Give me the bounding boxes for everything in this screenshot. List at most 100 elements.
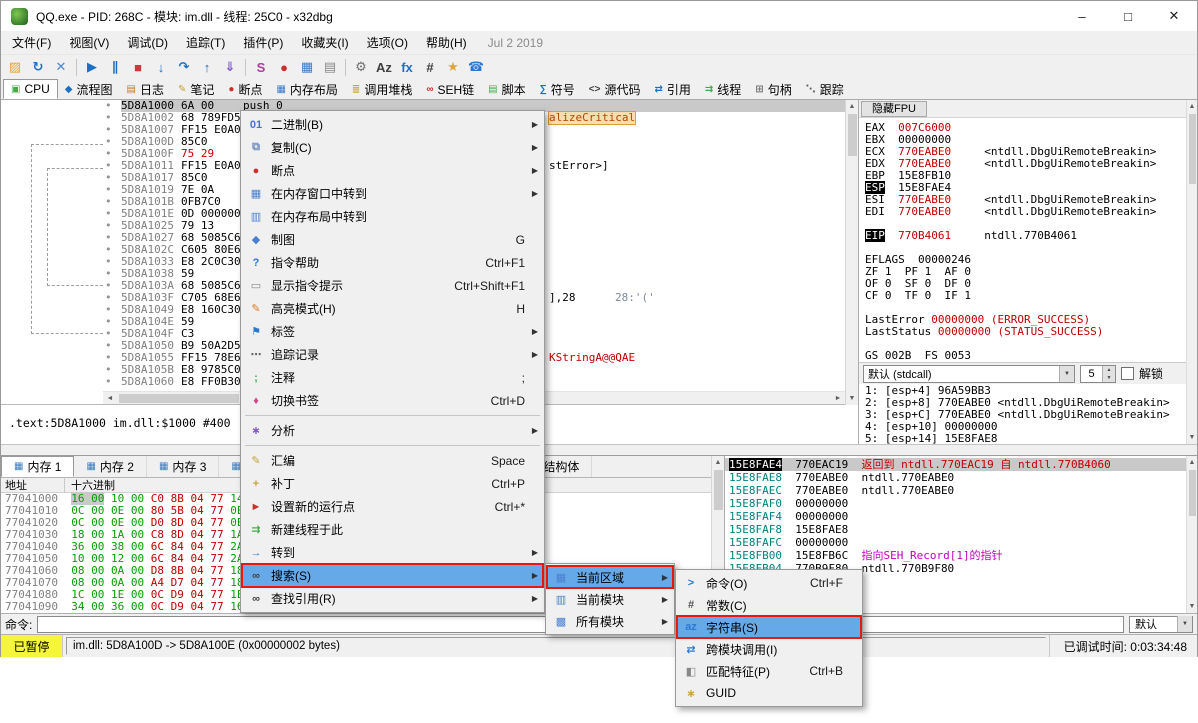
menu-item-breakpoints[interactable]: ●断点▶ bbox=[242, 159, 543, 182]
stop-icon[interactable]: ■ bbox=[127, 57, 149, 78]
breakpoint-gutter-dot[interactable]: • bbox=[105, 376, 112, 388]
menu-item-analysis[interactable]: ∗分析▶ bbox=[242, 419, 543, 442]
open-file-icon[interactable]: ▨ bbox=[4, 57, 26, 78]
scroll-up-icon[interactable]: ▲ bbox=[1187, 459, 1197, 466]
patches-icon[interactable]: # bbox=[419, 57, 441, 78]
horizontal-splitter[interactable] bbox=[1, 444, 1197, 456]
stepper-down-icon[interactable]: ▼ bbox=[1103, 374, 1115, 382]
menu-item-show-instruction-tips[interactable]: ▭显示指令提示Ctrl+Shift+F1 bbox=[242, 274, 543, 297]
menu-item-copy[interactable]: ⧉复制(C)▶ bbox=[242, 136, 543, 159]
stack-row[interactable]: 15E8FAE4 770EAC19 返回到 ntdll.770EAC19 自 n… bbox=[725, 458, 1186, 471]
log-window-icon[interactable]: ▤ bbox=[319, 57, 341, 78]
stepper-up-icon[interactable]: ▲ bbox=[1103, 366, 1115, 374]
menu-item-label[interactable]: ⚑标签▶ bbox=[242, 320, 543, 343]
close-icon[interactable]: ✕ bbox=[50, 57, 72, 78]
calculator-icon[interactable]: fx bbox=[396, 57, 418, 78]
menu-item-goto[interactable]: →转到▶ bbox=[242, 541, 543, 564]
scroll-left-icon[interactable]: ◄ bbox=[105, 395, 115, 402]
menu-item-goto-memory-map[interactable]: ▥在内存布局中转到 bbox=[242, 205, 543, 228]
stack-row[interactable]: 15E8FAF4 00000000 bbox=[725, 510, 1186, 523]
tab-graph[interactable]: ◆流程图 bbox=[58, 79, 120, 99]
menubar-item[interactable]: 插件(P) bbox=[234, 33, 292, 53]
tab-handles[interactable]: ⊞句柄 bbox=[748, 79, 798, 99]
menu-item-binary[interactable]: 01二进制(B)▶ bbox=[242, 113, 543, 136]
tab-seh[interactable]: ∞SEH链 bbox=[419, 79, 481, 99]
scylla-icon[interactable]: S bbox=[250, 57, 272, 78]
stack-row[interactable]: 15E8FB00 15E8FB6C 指向SEH_Record[1]的指针 bbox=[725, 549, 1186, 562]
tab-breakpoints[interactable]: ●断点 bbox=[221, 79, 269, 99]
tab-trace[interactable]: ⋱跟踪 bbox=[799, 79, 851, 99]
stack-row[interactable]: 15E8FAF8 15E8FAE8 bbox=[725, 523, 1186, 536]
scroll-right-icon[interactable]: ► bbox=[833, 395, 843, 402]
scroll-thumb[interactable] bbox=[848, 114, 857, 156]
tab-source[interactable]: <>源代码 bbox=[582, 79, 648, 99]
step-into-icon[interactable]: ↓ bbox=[150, 57, 172, 78]
command-profile-select[interactable]: 默认 ▼ bbox=[1129, 616, 1193, 633]
pause-icon[interactable]: ∥ bbox=[104, 57, 126, 78]
scroll-thumb[interactable] bbox=[119, 394, 239, 403]
memory-map-icon[interactable]: ▦ bbox=[296, 57, 318, 78]
menu-item-trace-record[interactable]: ⋯追踪记录▶ bbox=[242, 343, 543, 366]
tab-script[interactable]: ▤脚本 bbox=[481, 79, 532, 99]
appearance-icon[interactable]: Az bbox=[373, 57, 395, 78]
menubar-item[interactable]: 调试(D) bbox=[118, 33, 177, 53]
registers-scrollbar[interactable]: ▲ ▼ bbox=[1186, 100, 1197, 444]
menu-item-find-references[interactable]: ∞查找引用(R)▶ bbox=[242, 587, 543, 610]
unlock-checkbox[interactable] bbox=[1121, 367, 1134, 380]
scroll-down-icon[interactable]: ▼ bbox=[1187, 434, 1197, 441]
menu-item-patch[interactable]: +补丁Ctrl+P bbox=[242, 472, 543, 495]
breakpoints-icon[interactable]: ● bbox=[273, 57, 295, 78]
tab-memory-1[interactable]: ▦内存 1 bbox=[1, 456, 74, 477]
step-over-icon[interactable]: ↷ bbox=[173, 57, 195, 78]
menu-item-instruction-help[interactable]: ?指令帮助Ctrl+F1 bbox=[242, 251, 543, 274]
menu-item-graph[interactable]: ◆制图G bbox=[242, 228, 543, 251]
disasm-vscrollbar[interactable]: ▲ ▼ bbox=[845, 100, 858, 405]
tab-notes[interactable]: ✎笔记 bbox=[171, 79, 221, 99]
stack-row[interactable]: 15E8FAFC 00000000 bbox=[725, 536, 1186, 549]
scroll-up-icon[interactable]: ▲ bbox=[1187, 103, 1197, 110]
menubar-item[interactable]: 文件(F) bbox=[3, 33, 60, 53]
chevron-down-icon[interactable]: ▼ bbox=[1177, 616, 1192, 632]
stepper-arrows[interactable]: ▲▼ bbox=[1102, 366, 1115, 382]
stack-scrollbar[interactable]: ▲ ▼ bbox=[1186, 456, 1197, 613]
menu-item-set-new-origin[interactable]: ►设置新的运行点Ctrl+* bbox=[242, 495, 543, 518]
menu-item-toggle-bookmark[interactable]: ♦切换书签Ctrl+D bbox=[242, 389, 543, 412]
stack-row[interactable]: 15E8FAEC 770EABE0 ntdll.770EABE0 bbox=[725, 484, 1186, 497]
menubar-item[interactable]: 选项(O) bbox=[358, 33, 417, 53]
favourites-icon[interactable]: ★ bbox=[442, 57, 464, 78]
run-icon[interactable]: ▶ bbox=[81, 57, 103, 78]
menu-item-goto-memory-window[interactable]: ▦在内存窗口中转到▶ bbox=[242, 182, 543, 205]
calling-convention-select[interactable]: 默认 (stdcall) ▼ bbox=[863, 365, 1075, 383]
stack-row[interactable]: 15E8FAE8 770EABE0 ntdll.770EABE0 bbox=[725, 471, 1186, 484]
chevron-down-icon[interactable]: ▼ bbox=[1059, 366, 1074, 382]
menu-item-search[interactable]: ∞搜索(S)▶ bbox=[242, 564, 543, 587]
stack-row[interactable]: 15E8FAF0 00000000 bbox=[725, 497, 1186, 510]
tab-memory-2[interactable]: ▦内存 2 bbox=[74, 456, 146, 477]
tab-memory-map[interactable]: ▦内存布局 bbox=[269, 79, 344, 99]
tab-log[interactable]: ▤日志 bbox=[120, 79, 171, 99]
minimize-button[interactable]: – bbox=[1059, 1, 1105, 31]
restart-icon[interactable]: ↻ bbox=[27, 57, 49, 78]
close-button[interactable]: ✕ bbox=[1151, 1, 1197, 31]
menu-item-current-region[interactable]: ▦当前区域▶ bbox=[547, 566, 673, 588]
menubar-item[interactable]: 帮助(H) bbox=[417, 33, 476, 53]
scroll-up-icon[interactable]: ▲ bbox=[846, 103, 858, 110]
scroll-down-icon[interactable]: ▼ bbox=[846, 395, 858, 402]
menu-item-command[interactable]: >命令(O)Ctrl+F bbox=[677, 572, 861, 594]
menu-item-assemble[interactable]: ✎汇编Space bbox=[242, 449, 543, 472]
menu-item-new-thread-here[interactable]: ⇉新建线程于此 bbox=[242, 518, 543, 541]
menu-item-current-module[interactable]: ▥当前模块▶ bbox=[547, 588, 673, 610]
tab-symbols[interactable]: ∑符号 bbox=[533, 79, 582, 99]
menu-item-constant[interactable]: #常数(C) bbox=[677, 594, 861, 616]
menu-item-pattern[interactable]: ◧匹配特征(P)Ctrl+B bbox=[677, 660, 861, 682]
menu-item-comment[interactable]: ;注释; bbox=[242, 366, 543, 389]
execute-till-return-icon[interactable]: ↑ bbox=[196, 57, 218, 78]
maximize-button[interactable]: □ bbox=[1105, 1, 1151, 31]
scroll-thumb[interactable] bbox=[714, 470, 723, 510]
preferences-icon[interactable]: ⚙ bbox=[350, 57, 372, 78]
scroll-thumb[interactable] bbox=[1189, 114, 1196, 184]
hide-fpu-button[interactable]: 隐藏FPU bbox=[861, 101, 927, 117]
tab-memory-3[interactable]: ▦内存 3 bbox=[147, 456, 219, 477]
tab-threads[interactable]: ⇉线程 bbox=[698, 79, 748, 99]
menu-item-highlight-mode[interactable]: ✎高亮模式(H)H bbox=[242, 297, 543, 320]
